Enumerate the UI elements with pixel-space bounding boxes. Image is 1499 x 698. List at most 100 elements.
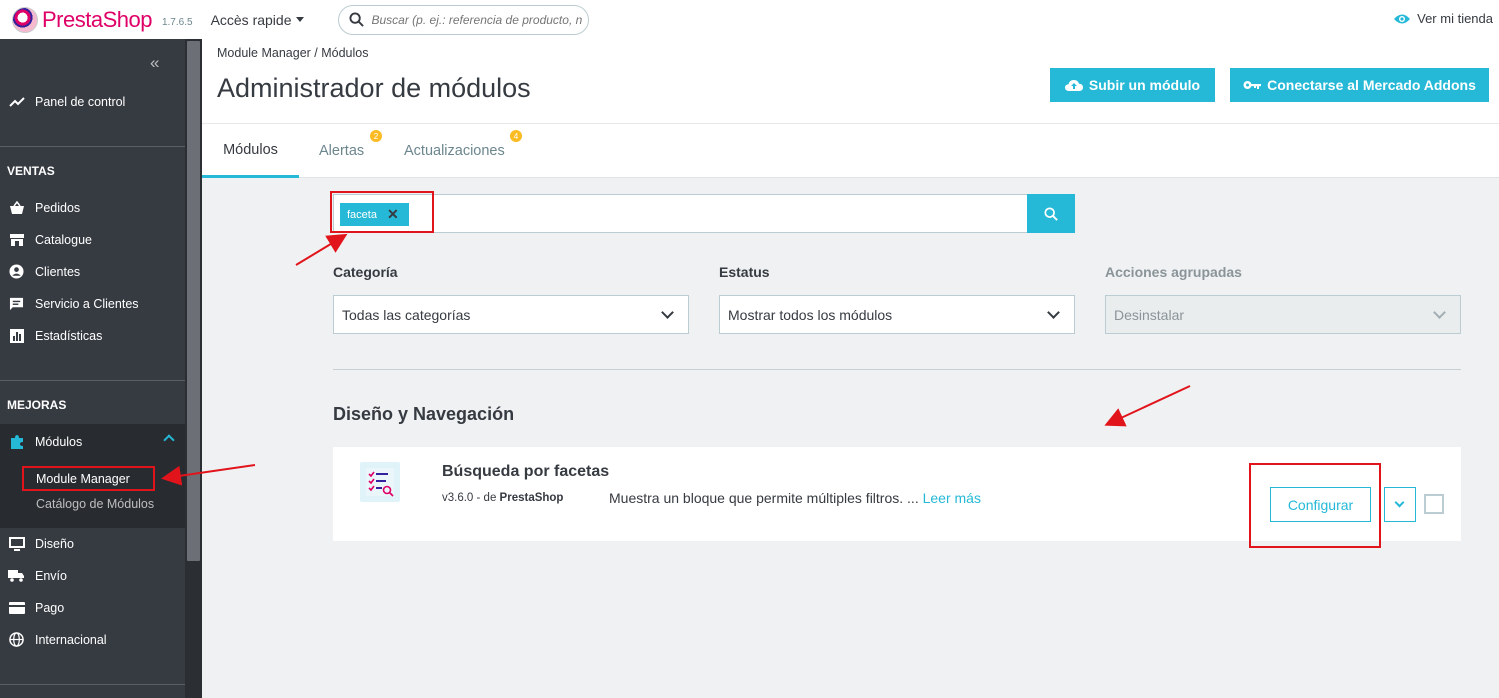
tab-label: Módulos — [223, 141, 278, 158]
sidebar-label: Panel de control — [35, 94, 126, 109]
tab-updates[interactable]: Actualizaciones — [404, 124, 505, 178]
cloud-upload-icon — [1064, 79, 1083, 91]
chevron-down-icon — [1047, 306, 1060, 319]
sidebar-item-shipping[interactable]: Envío — [8, 568, 67, 583]
chevron-down-icon — [1394, 497, 1405, 508]
category-section-title: Diseño y Navegación — [333, 404, 515, 424]
view-store-link[interactable]: Ver mi tienda — [1393, 11, 1493, 26]
view-store-label: Ver mi tienda — [1417, 11, 1493, 26]
key-icon — [1243, 81, 1262, 89]
eye-icon — [1394, 14, 1411, 23]
puzzle-icon — [8, 434, 25, 449]
bulk-actions-value: Desinstalar — [1114, 306, 1185, 323]
sidebar-label: Servicio a Clientes — [35, 296, 139, 311]
tab-label: Alertas — [319, 143, 365, 159]
sidebar-subitem-module-catalog[interactable]: Catálogo de Módulos — [36, 497, 154, 511]
search-icon — [348, 12, 364, 27]
sidebar-scrollbar[interactable] — [185, 39, 202, 698]
sidebar-label: Módulos — [35, 434, 83, 449]
scrollbar-thumb[interactable] — [187, 41, 200, 561]
account-circle-icon — [8, 264, 25, 279]
sidebar: « Panel de control VENTAS Pedidos Catalo… — [0, 39, 202, 698]
sidebar-label: Clientes — [35, 264, 81, 279]
logo[interactable]: PrestaShop 1.7.6.5 — [12, 6, 193, 33]
module-author: PrestaShop — [499, 492, 564, 504]
prestashop-logo-icon — [12, 6, 38, 33]
quick-access-label: Accès rapide — [210, 11, 292, 28]
status-value: Mostrar todos los módulos — [728, 306, 893, 323]
sidebar-item-customer-service[interactable]: Servicio a Clientes — [8, 296, 139, 311]
annotation-box-module-manager — [22, 466, 155, 491]
chat-icon — [8, 296, 25, 311]
sidebar-label: Envío — [35, 568, 67, 583]
sidebar-item-design[interactable]: Diseño — [8, 536, 74, 551]
bulk-actions-label: Acciones agrupadas — [1105, 264, 1242, 280]
header-search[interactable] — [337, 4, 589, 35]
sidebar-item-customers[interactable]: Clientes — [8, 264, 80, 279]
chevron-down-icon — [1433, 306, 1446, 319]
status-select[interactable]: Mostrar todos los módulos — [719, 295, 1075, 334]
breadcrumb[interactable]: Module Manager / Módulos — [217, 46, 368, 60]
divider — [333, 369, 1461, 370]
sidebar-item-orders[interactable]: Pedidos — [8, 200, 80, 215]
status-label: Estatus — [719, 264, 770, 280]
caret-down-icon — [295, 17, 304, 22]
sidebar-item-dashboard[interactable]: Panel de control — [8, 94, 125, 109]
sidebar-item-catalogue[interactable]: Catalogue — [8, 232, 92, 247]
tab-alerts[interactable]: Alertas — [319, 124, 364, 178]
divider — [0, 146, 185, 147]
monitor-icon — [8, 536, 25, 551]
header-search-input[interactable] — [371, 12, 582, 27]
sidebar-label: Pago — [35, 600, 65, 615]
collapse-menu-icon[interactable]: « — [150, 53, 159, 73]
annotation-arrow — [1104, 385, 1191, 427]
alerts-count-badge: 2 — [370, 130, 382, 142]
brand-name: PrestaShop — [42, 6, 152, 32]
category-label: Categoría — [333, 264, 398, 280]
module-search-button[interactable] — [1027, 194, 1075, 233]
connect-addons-button[interactable]: Conectarse al Mercado Addons — [1230, 68, 1489, 102]
globe-icon — [8, 632, 25, 647]
module-name[interactable]: Búsqueda por facetas — [442, 463, 609, 481]
basket-icon — [8, 200, 25, 215]
tab-label: Actualizaciones — [404, 143, 505, 159]
upload-module-button[interactable]: Subir un módulo — [1050, 68, 1215, 102]
trending-up-icon — [8, 94, 25, 109]
sidebar-label: Pedidos — [35, 200, 81, 215]
bar-chart-icon — [8, 328, 25, 343]
credit-card-icon — [8, 600, 25, 615]
truck-icon — [8, 568, 25, 583]
module-version: v3.6.0 - de PrestaShop — [442, 492, 563, 504]
sidebar-label: Estadísticas — [35, 328, 103, 343]
sidebar-item-stats[interactable]: Estadísticas — [8, 328, 102, 343]
faceted-search-module-icon — [360, 462, 400, 502]
sidebar-item-payment[interactable]: Pago — [8, 600, 64, 615]
tab-modules[interactable]: Módulos — [202, 124, 299, 178]
divider — [202, 123, 1499, 124]
module-description-text: Muestra un bloque que permite múltiples … — [609, 490, 919, 506]
divider — [0, 380, 185, 381]
read-more-link[interactable]: Leer más — [923, 490, 981, 506]
module-version-prefix: v3.6.0 - de — [442, 492, 500, 504]
page-header: Module Manager / Módulos Administrador d… — [202, 39, 1499, 178]
section-improve: MEJORAS — [7, 398, 67, 412]
module-description: Muestra un bloque que permite múltiples … — [609, 490, 981, 506]
section-sales: VENTAS — [7, 164, 55, 178]
bulk-actions-select: Desinstalar — [1105, 295, 1461, 334]
quick-access-dropdown[interactable]: Accès rapide — [211, 12, 304, 28]
annotation-box-search-tag — [330, 191, 434, 233]
category-value: Todas las categorías — [342, 306, 471, 323]
sidebar-item-international[interactable]: Internacional — [8, 632, 107, 647]
module-actions-dropdown[interactable] — [1384, 487, 1416, 522]
divider — [0, 684, 185, 685]
search-icon — [1044, 206, 1058, 221]
chevron-down-icon — [661, 306, 674, 319]
module-search-input[interactable]: faceta ✕ — [333, 194, 1028, 233]
upload-label: Subir un módulo — [1088, 77, 1201, 93]
updates-count-badge: 4 — [510, 130, 522, 142]
sidebar-item-modules[interactable]: Módulos — [8, 434, 82, 449]
annotation-box-configure — [1249, 463, 1381, 548]
category-select[interactable]: Todas las categorías — [333, 295, 689, 334]
page-title: Administrador de módulos — [217, 73, 531, 103]
module-select-checkbox[interactable] — [1424, 494, 1444, 514]
